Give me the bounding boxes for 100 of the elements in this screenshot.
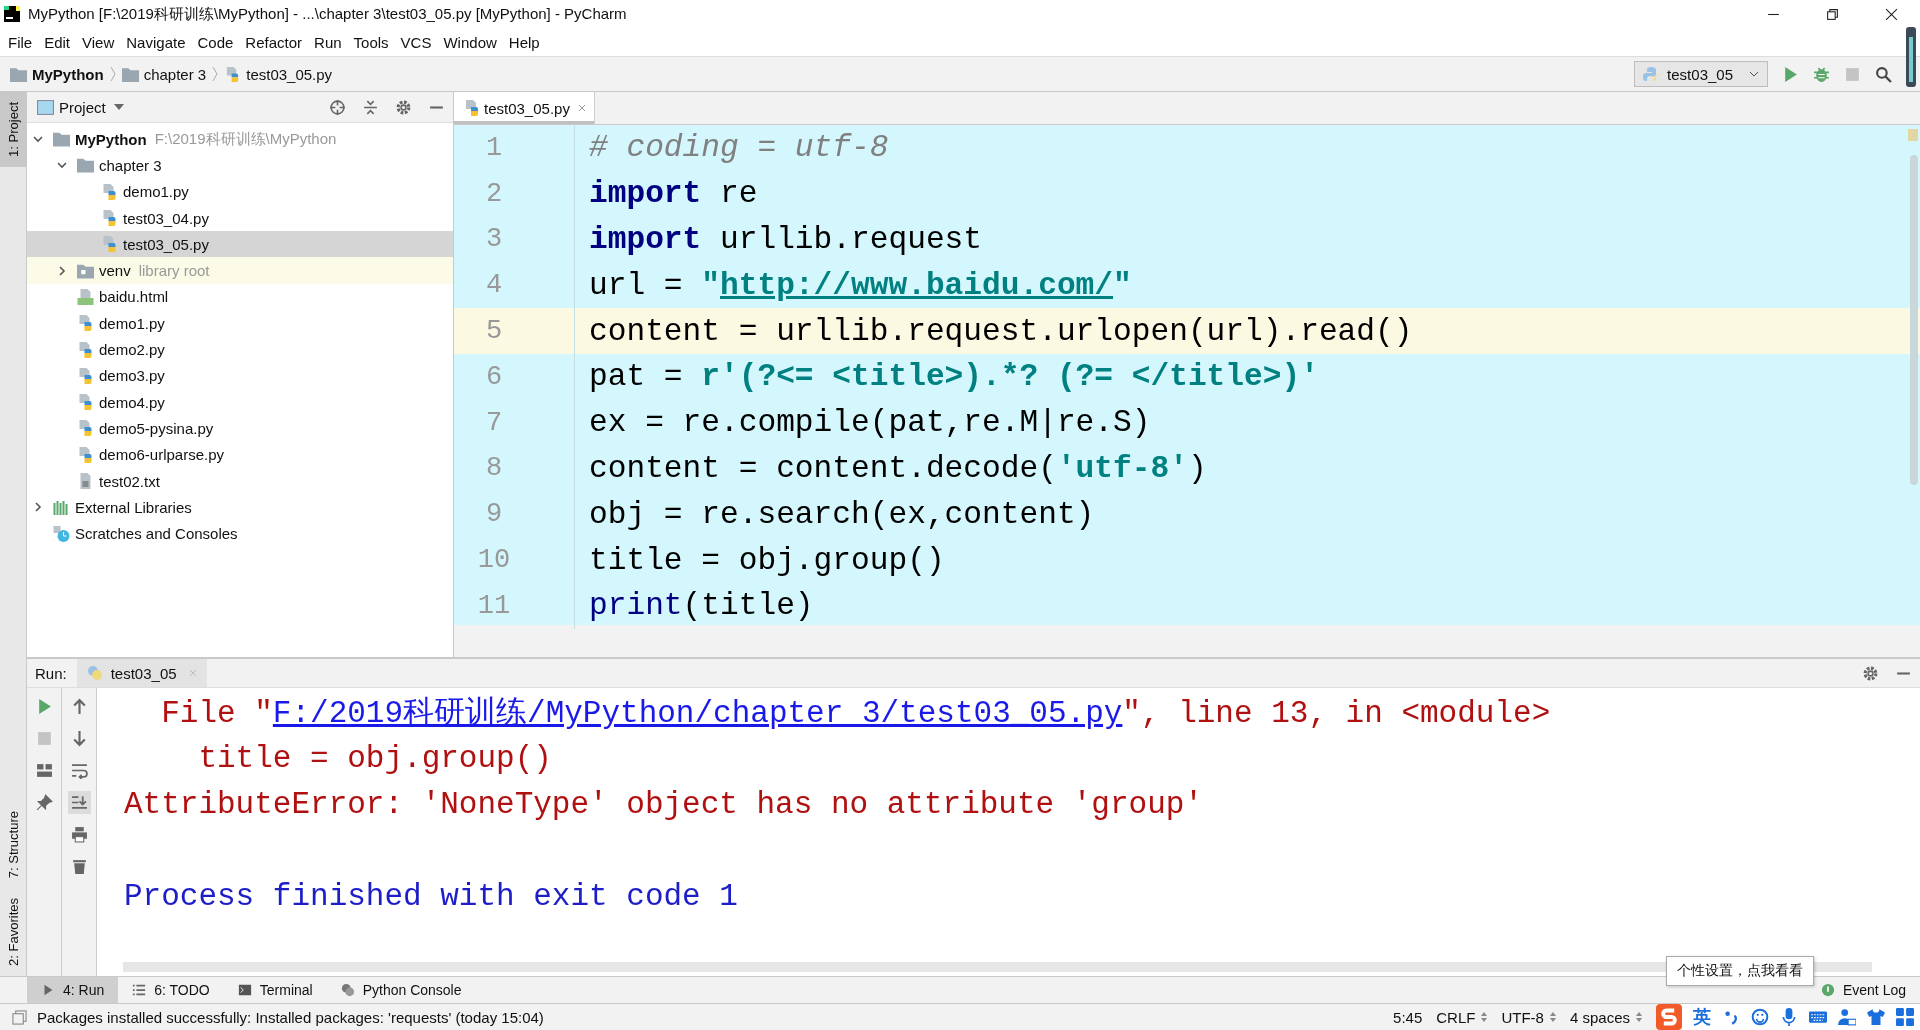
menu-item[interactable]: File bbox=[2, 31, 39, 53]
menu-item[interactable]: Refactor bbox=[239, 31, 309, 53]
analysis-marker bbox=[1908, 129, 1918, 141]
line-number: 4 bbox=[484, 270, 504, 301]
shirt-icon[interactable] bbox=[1867, 1008, 1885, 1026]
close-icon[interactable] bbox=[1885, 7, 1898, 21]
tree-item[interactable]: demo2.py bbox=[27, 336, 453, 363]
settings-icon[interactable] bbox=[1862, 664, 1879, 682]
tree-item[interactable]: demo4.py bbox=[27, 388, 453, 416]
collapse-all-icon[interactable] bbox=[362, 98, 379, 116]
pin-icon[interactable] bbox=[35, 794, 53, 811]
input-language-label[interactable]: 英 bbox=[1693, 1005, 1711, 1029]
html-file-icon bbox=[77, 288, 94, 305]
menu-item[interactable]: Code bbox=[191, 31, 240, 53]
folder-icon bbox=[53, 131, 70, 148]
tool-window-tab[interactable]: 4: Run bbox=[27, 977, 119, 1003]
settings-icon[interactable] bbox=[395, 98, 412, 116]
tree-item[interactable]: External Libraries bbox=[27, 494, 453, 521]
tree-item[interactable]: demo6-urlparse.py bbox=[27, 441, 453, 468]
line-number: 6 bbox=[484, 361, 504, 392]
microphone-icon[interactable] bbox=[1780, 1008, 1798, 1026]
status-message: Packages installed successfully: Installed packages: 'requests' (today 15:04) bbox=[37, 1008, 544, 1026]
file-link[interactable]: F:/2019科研训练/MyPython/chapter 3/test03_05.py bbox=[272, 696, 1123, 731]
tree-item[interactable]: test03_04.py bbox=[27, 204, 453, 232]
python-file-icon bbox=[77, 341, 94, 358]
tree-item[interactable]: test02.txt bbox=[27, 467, 453, 495]
tree-item[interactable]: chapter 3 bbox=[27, 152, 453, 179]
scroll-to-end-icon[interactable] bbox=[67, 791, 91, 814]
project-tool-tab[interactable]: 1: Project bbox=[0, 92, 26, 167]
up-down-arrows-icon bbox=[1481, 1011, 1488, 1023]
tree-item[interactable]: baidu.html bbox=[27, 283, 453, 311]
python-file-icon bbox=[77, 394, 94, 411]
soft-wrap-icon[interactable] bbox=[70, 762, 88, 779]
project-view-dropdown[interactable]: Project bbox=[59, 98, 106, 116]
python-file-icon bbox=[77, 315, 94, 332]
line-number: 8 bbox=[484, 453, 504, 484]
menu-item[interactable]: Tools bbox=[347, 31, 395, 53]
menu-item[interactable]: View bbox=[76, 31, 121, 53]
menu-item[interactable]: VCS bbox=[394, 31, 438, 53]
menu-item[interactable]: Edit bbox=[38, 31, 77, 53]
up-down-arrows-icon bbox=[1636, 1011, 1642, 1023]
tree-item[interactable]: demo1.py bbox=[27, 178, 453, 205]
menu-item[interactable]: Help bbox=[502, 31, 546, 53]
tool-window-tab[interactable]: 2: Favorites bbox=[0, 888, 26, 976]
restore-icon[interactable] bbox=[1826, 7, 1839, 21]
run-tab[interactable]: test03_05 bbox=[76, 659, 207, 687]
user-icon[interactable] bbox=[1838, 1008, 1856, 1026]
breadcrumb[interactable]: test03_05.py bbox=[246, 65, 333, 83]
tree-item[interactable]: Scratches and Consoles bbox=[27, 520, 453, 547]
tree-item[interactable]: venv library root bbox=[27, 257, 453, 284]
scrollbar[interactable] bbox=[1910, 155, 1918, 485]
tool-window-tab[interactable]: Terminal bbox=[223, 977, 327, 1003]
status-toggle-icon[interactable] bbox=[12, 1009, 27, 1025]
run-configuration-dropdown[interactable]: test03_05 bbox=[1634, 61, 1768, 87]
menu-item[interactable]: Run bbox=[308, 31, 348, 53]
code-line: obj = re.search(ex,content) bbox=[588, 496, 1095, 532]
keyboard-icon[interactable] bbox=[1809, 1008, 1827, 1026]
breadcrumb[interactable]: MyPython bbox=[32, 65, 104, 83]
trash-icon[interactable] bbox=[70, 858, 88, 875]
punctuation-icon[interactable] bbox=[1722, 1008, 1740, 1026]
console-line: AttributeError: 'NoneType' object has no attribute 'group' bbox=[124, 786, 1203, 822]
python-icon bbox=[86, 665, 103, 681]
tree-item[interactable]: demo5-pysina.py bbox=[27, 415, 453, 442]
input-method-logo-icon[interactable] bbox=[1656, 1004, 1682, 1030]
layout-icon[interactable] bbox=[35, 762, 53, 779]
folder-icon bbox=[77, 157, 94, 174]
run-icon[interactable] bbox=[1782, 65, 1799, 83]
tool-window-tab[interactable]: 7: Structure bbox=[0, 800, 26, 889]
status-item[interactable]: CRLF bbox=[1436, 1008, 1488, 1026]
status-item[interactable]: 5:45 bbox=[1393, 1008, 1423, 1026]
code-line: url = "http://www.baidu.com/" bbox=[588, 267, 1132, 303]
up-down-arrows-icon bbox=[1549, 1011, 1556, 1023]
terminal-icon bbox=[237, 983, 252, 997]
tree-item-note: F:\2019科研训练\MyPython bbox=[154, 129, 337, 149]
chevron-icon[interactable] bbox=[57, 160, 67, 171]
search-icon[interactable] bbox=[1875, 65, 1892, 83]
editor-tab[interactable]: test03_05.py bbox=[454, 92, 595, 124]
status-item[interactable]: UTF-8 bbox=[1501, 1008, 1556, 1026]
bug-icon[interactable] bbox=[1813, 65, 1830, 83]
tree-item[interactable]: demo1.py bbox=[27, 310, 453, 337]
tool-window-tab[interactable]: 6: TODO bbox=[118, 977, 224, 1003]
tree-item[interactable]: MyPython F:\2019科研训练\MyPython bbox=[27, 126, 453, 153]
line-number: 9 bbox=[484, 499, 504, 530]
menu-item[interactable]: Navigate bbox=[120, 31, 192, 53]
grid-icon[interactable] bbox=[1896, 1008, 1914, 1026]
breadcrumb[interactable]: chapter 3 bbox=[143, 65, 207, 83]
chevron-icon[interactable] bbox=[57, 265, 67, 276]
print-icon[interactable] bbox=[70, 826, 88, 843]
chevron-icon[interactable] bbox=[33, 502, 43, 513]
crosshair-icon[interactable] bbox=[329, 98, 346, 116]
line-number: 3 bbox=[484, 224, 504, 255]
tree-item[interactable]: test03_05.py bbox=[27, 231, 453, 258]
menu-item[interactable]: Window bbox=[437, 31, 503, 53]
smiley-icon[interactable] bbox=[1751, 1008, 1769, 1026]
tooltip: 个性设置，点我看看 bbox=[1666, 956, 1814, 986]
chevron-icon[interactable] bbox=[33, 134, 43, 145]
status-item[interactable]: 4 spaces bbox=[1569, 1008, 1642, 1026]
tree-item[interactable]: demo3.py bbox=[27, 362, 453, 389]
tool-window-tab[interactable]: Python Console bbox=[326, 977, 476, 1003]
code-line: # coding = utf-8 bbox=[588, 130, 889, 166]
